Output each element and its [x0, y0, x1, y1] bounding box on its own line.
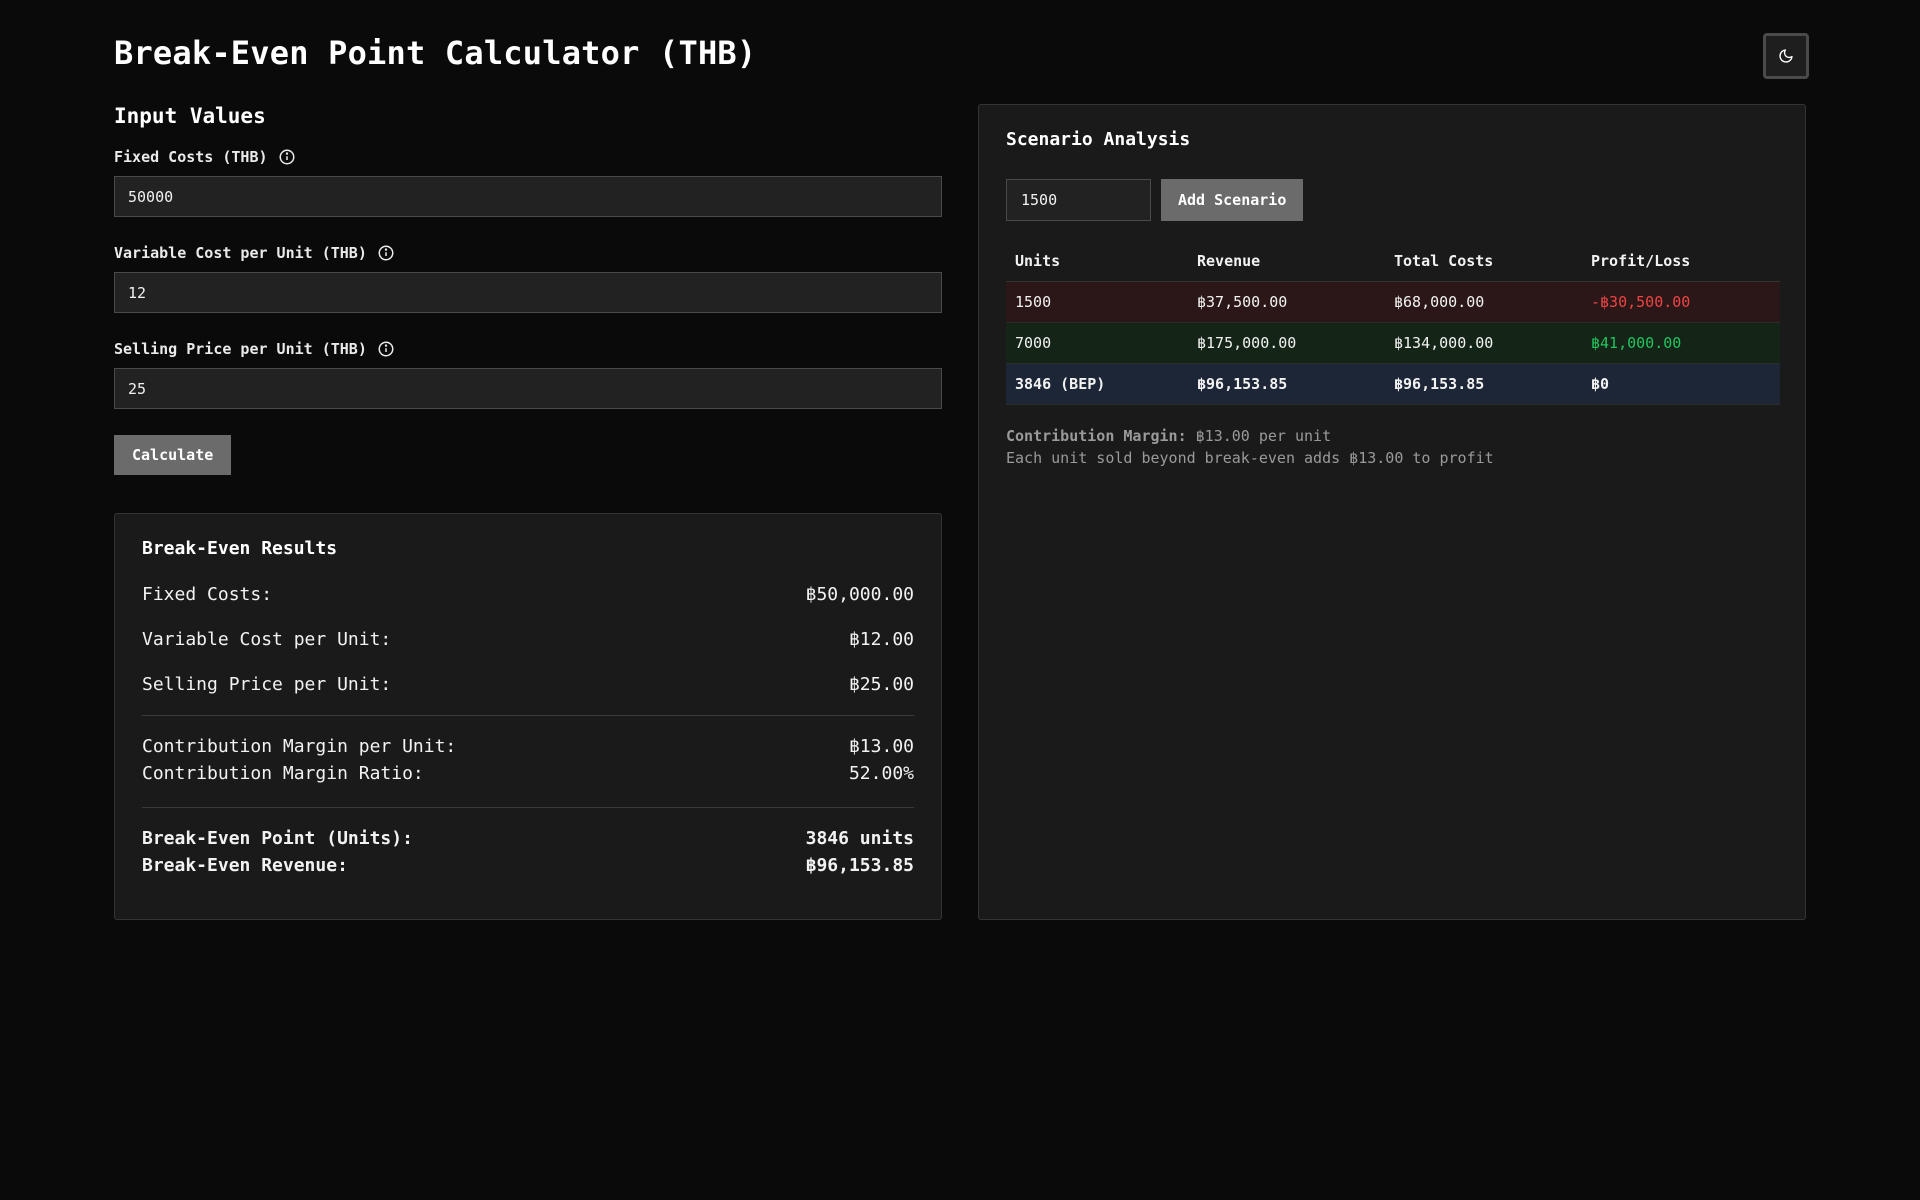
fixed-costs-label-row: Fixed Costs (THB)	[114, 148, 942, 166]
table-row: 7000 ฿175,000.00 ฿134,000.00 ฿41,000.00	[1006, 322, 1780, 364]
selling-price-label: Selling Price per Unit (THB)	[114, 340, 367, 358]
result-label: Variable Cost per Unit:	[142, 629, 392, 650]
contribution-margin-note: Contribution Margin: ฿13.00 per unit Eac…	[1006, 425, 1778, 469]
break-even-results-panel: Break-Even Results Fixed Costs: ฿50,000.…	[114, 513, 942, 920]
result-label: Contribution Margin Ratio:	[142, 763, 424, 784]
cell-total-costs: ฿96,153.85	[1385, 363, 1582, 405]
cm-line: Contribution Margin: ฿13.00 per unit	[1006, 425, 1778, 447]
cell-revenue: ฿37,500.00	[1188, 281, 1385, 323]
result-label: Contribution Margin per Unit:	[142, 736, 457, 757]
cm-note-explanation: Each unit sold beyond break-even adds ฿1…	[1006, 448, 1494, 467]
result-row-cm-ratio: Contribution Margin Ratio: 52.00%	[142, 763, 914, 790]
page-title: Break-Even Point Calculator (THB)	[114, 34, 757, 72]
scenario-table: Units Revenue Total Costs Profit/Loss 15…	[1006, 241, 1780, 405]
selling-price-field: Selling Price per Unit (THB)	[114, 340, 942, 409]
cell-units: 3846 (BEP)	[1006, 363, 1188, 405]
result-row-cm-unit: Contribution Margin per Unit: ฿13.00	[142, 736, 914, 763]
cell-revenue: ฿175,000.00	[1188, 322, 1385, 364]
result-row-variable-cost: Variable Cost per Unit: ฿12.00	[142, 629, 914, 674]
page: Break-Even Point Calculator (THB) Input …	[0, 0, 1920, 1200]
add-scenario-button[interactable]: Add Scenario	[1161, 179, 1304, 221]
variable-cost-label: Variable Cost per Unit (THB)	[114, 244, 367, 262]
result-row-fixed-costs: Fixed Costs: ฿50,000.00	[142, 584, 914, 629]
column-header-total-costs: Total Costs	[1385, 241, 1582, 282]
cm-note-label: Contribution Margin:	[1006, 426, 1187, 445]
result-label: Break-Even Revenue:	[142, 855, 348, 876]
scenario-analysis-panel: Scenario Analysis Add Scenario Units Rev…	[978, 104, 1806, 920]
result-value: ฿12.00	[848, 629, 914, 650]
result-label: Fixed Costs:	[142, 584, 273, 605]
result-value: ฿25.00	[848, 674, 914, 695]
cell-units: 7000	[1006, 322, 1188, 364]
variable-cost-field: Variable Cost per Unit (THB)	[114, 244, 942, 313]
column-header-revenue: Revenue	[1188, 241, 1385, 282]
input-values-title: Input Values	[114, 104, 266, 128]
column-header-profit-loss: Profit/Loss	[1582, 241, 1780, 282]
scenario-controls: Add Scenario	[1006, 179, 1778, 221]
result-row-selling-price: Selling Price per Unit: ฿25.00	[142, 674, 914, 715]
scenario-title: Scenario Analysis	[1006, 129, 1191, 150]
result-value: 3846 units	[805, 828, 914, 849]
result-value: ฿13.00	[848, 736, 914, 757]
result-value: ฿50,000.00	[805, 584, 914, 605]
fixed-costs-input[interactable]	[114, 176, 942, 217]
variable-cost-input[interactable]	[114, 272, 942, 313]
theme-toggle-button[interactable]	[1763, 33, 1809, 79]
result-label: Break-Even Point (Units):	[142, 828, 413, 849]
scenario-units-input[interactable]	[1006, 179, 1151, 221]
info-icon[interactable]	[278, 148, 296, 166]
divider	[142, 715, 914, 716]
result-value: ฿96,153.85	[805, 855, 914, 876]
cell-total-costs: ฿68,000.00	[1385, 281, 1582, 323]
moon-icon	[1778, 48, 1794, 64]
fixed-costs-field: Fixed Costs (THB)	[114, 148, 942, 217]
calculate-button[interactable]: Calculate	[114, 435, 232, 475]
selling-price-label-row: Selling Price per Unit (THB)	[114, 340, 942, 358]
divider	[142, 807, 914, 808]
result-label: Selling Price per Unit:	[142, 674, 392, 695]
result-row-bep-units: Break-Even Point (Units): 3846 units	[142, 828, 914, 855]
table-header-row: Units Revenue Total Costs Profit/Loss	[1006, 241, 1780, 282]
cell-profit-loss: -฿30,500.00	[1582, 281, 1780, 323]
selling-price-input[interactable]	[114, 368, 942, 409]
cell-profit-loss: ฿0	[1582, 363, 1780, 405]
input-panel: Input Values Fixed Costs (THB) Variable …	[114, 104, 942, 475]
cm-note-value: ฿13.00 per unit	[1195, 426, 1332, 445]
table-row: 1500 ฿37,500.00 ฿68,000.00 -฿30,500.00	[1006, 281, 1780, 323]
table-row-bep: 3846 (BEP) ฿96,153.85 ฿96,153.85 ฿0	[1006, 363, 1780, 405]
fixed-costs-label: Fixed Costs (THB)	[114, 148, 268, 166]
column-header-units: Units	[1006, 241, 1188, 282]
result-row-bep-revenue: Break-Even Revenue: ฿96,153.85	[142, 855, 914, 882]
cell-profit-loss: ฿41,000.00	[1582, 322, 1780, 364]
cell-units: 1500	[1006, 281, 1188, 323]
variable-cost-label-row: Variable Cost per Unit (THB)	[114, 244, 942, 262]
result-value: 52.00%	[848, 763, 914, 784]
info-icon[interactable]	[377, 340, 395, 358]
info-icon[interactable]	[377, 244, 395, 262]
cell-revenue: ฿96,153.85	[1188, 363, 1385, 405]
cell-total-costs: ฿134,000.00	[1385, 322, 1582, 364]
results-title: Break-Even Results	[142, 538, 338, 559]
